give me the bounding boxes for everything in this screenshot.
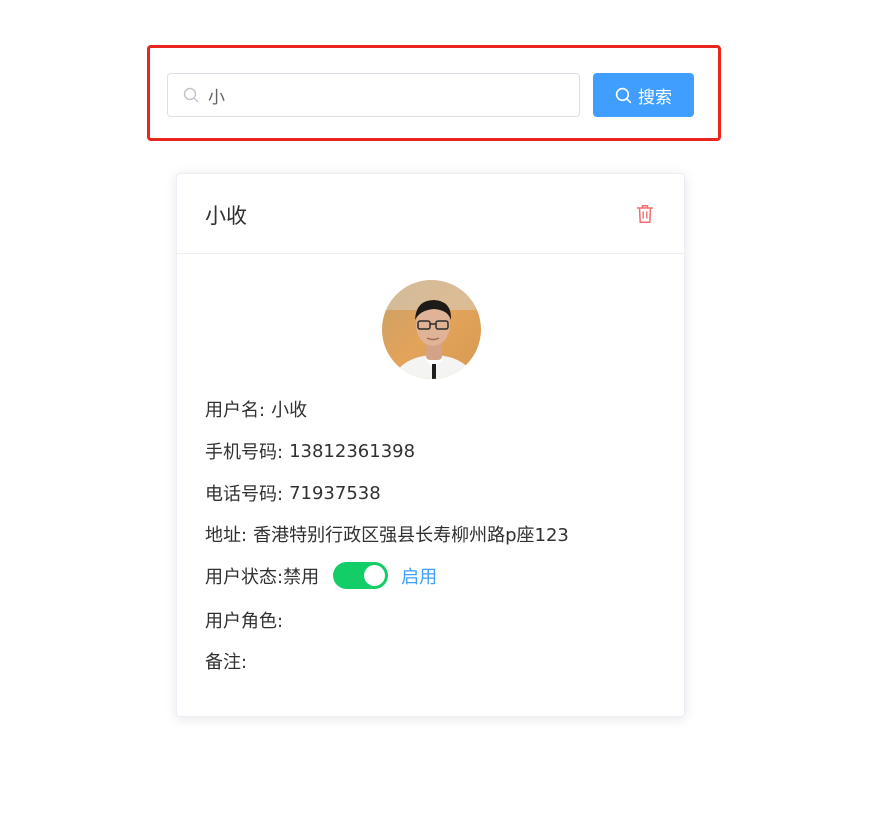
field-remark: 备注: [205, 648, 247, 674]
address-value: 香港特别行政区强县长寿柳州路p座123 [253, 525, 569, 546]
status-switch[interactable] [333, 562, 389, 589]
search-input-wrapper[interactable] [167, 73, 580, 117]
field-role: 用户角色: [205, 607, 283, 633]
mobile-value: 13812361398 [289, 440, 416, 462]
search-button-icon [615, 87, 632, 104]
field-address: 地址: 香港特别行政区强县长寿柳州路p座123 [205, 521, 569, 547]
status-label: 用户状态: [205, 566, 284, 588]
switch-knob [364, 565, 386, 586]
phone-value: 71937538 [289, 482, 381, 504]
search-button[interactable]: 搜索 [593, 73, 694, 117]
field-phone: 电话号码: 71937538 [205, 480, 381, 506]
mobile-label: 手机号码: [205, 442, 284, 463]
search-button-label: 搜索 [638, 87, 672, 108]
trash-icon[interactable] [636, 204, 654, 224]
status-off-text[interactable]: 禁用 [283, 563, 319, 589]
status-on-text[interactable]: 启用 [401, 563, 437, 589]
search-input[interactable] [208, 75, 579, 115]
role-label: 用户角色: [205, 611, 284, 632]
user-card: 小收 用户名: 小收 手机号码: 13812361398 电话号码: 71937… [176, 173, 685, 717]
search-icon [183, 87, 199, 103]
remark-label: 备注: [205, 652, 248, 673]
card-header: 小收 [177, 174, 684, 254]
address-label: 地址: [205, 525, 248, 546]
card-title: 小收 [205, 204, 247, 228]
username-value: 小收 [271, 400, 308, 421]
field-username: 用户名: 小收 [205, 396, 307, 422]
phone-label: 电话号码: [205, 484, 284, 505]
username-label: 用户名: [205, 400, 266, 421]
field-status: 用户状态: 禁用 启用 [205, 562, 437, 589]
avatar [382, 280, 481, 379]
field-mobile: 手机号码: 13812361398 [205, 438, 415, 464]
